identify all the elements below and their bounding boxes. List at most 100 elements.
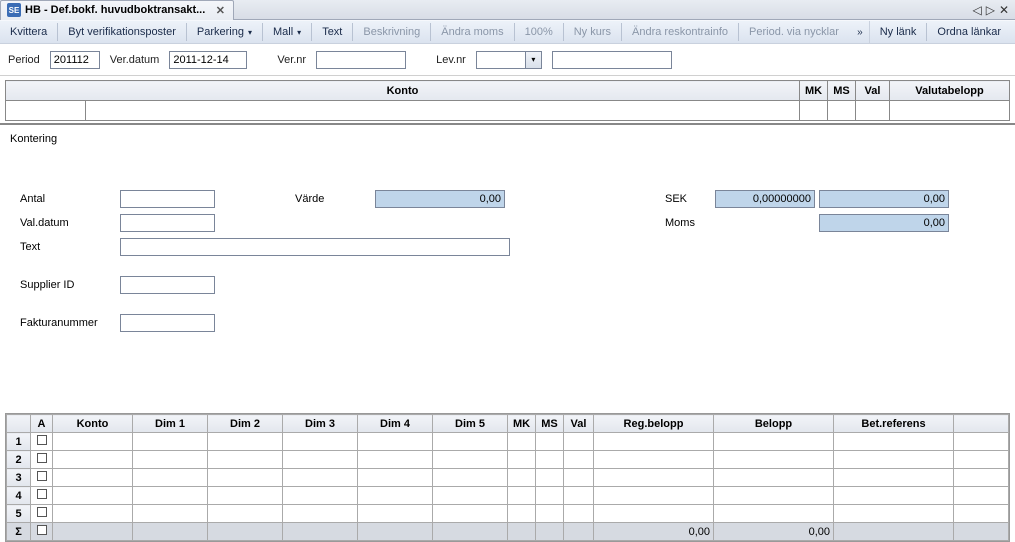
- grid-cell[interactable]: [954, 487, 1009, 505]
- grid-cell[interactable]: [208, 469, 283, 487]
- row-checkbox[interactable]: [37, 489, 47, 499]
- grid-cell[interactable]: [594, 487, 714, 505]
- period-input[interactable]: [50, 51, 100, 69]
- grid-cell[interactable]: [133, 433, 208, 451]
- grid-col-val[interactable]: Val: [564, 415, 594, 433]
- grid-cell[interactable]: [433, 505, 508, 523]
- fakturanr-input[interactable]: [120, 314, 215, 332]
- levnr-extra-input[interactable]: [552, 51, 672, 69]
- text-input[interactable]: [120, 238, 510, 256]
- grid-cell[interactable]: [564, 433, 594, 451]
- toolbar-kvittera[interactable]: Kvittera: [4, 24, 53, 40]
- grid-cell[interactable]: [508, 487, 536, 505]
- grid-cell[interactable]: [714, 487, 834, 505]
- grid-cell[interactable]: [208, 505, 283, 523]
- grid-rowhead[interactable]: 2: [7, 451, 31, 469]
- upper-cell[interactable]: [828, 101, 856, 121]
- antal-input[interactable]: [120, 190, 215, 208]
- sek-amount-input[interactable]: [819, 190, 949, 208]
- grid-cell[interactable]: [564, 505, 594, 523]
- row-checkbox[interactable]: [37, 471, 47, 481]
- toolbar-byt-verifikationsposter[interactable]: Byt verifikationsposter: [62, 24, 182, 40]
- grid-cell[interactable]: [954, 505, 1009, 523]
- grid-cell-a[interactable]: [31, 433, 53, 451]
- grid-cell-a[interactable]: [31, 505, 53, 523]
- grid-cell[interactable]: [358, 451, 433, 469]
- grid-cell[interactable]: [714, 433, 834, 451]
- col-valutabelopp[interactable]: Valutabelopp: [890, 81, 1010, 101]
- grid-col-ms[interactable]: MS: [536, 415, 564, 433]
- grid-cell[interactable]: [433, 451, 508, 469]
- grid-cell[interactable]: [53, 433, 133, 451]
- grid-cell[interactable]: [283, 433, 358, 451]
- toolbar-text[interactable]: Text: [316, 24, 348, 40]
- grid-cell[interactable]: [594, 433, 714, 451]
- grid-col-dim1[interactable]: Dim 1: [133, 415, 208, 433]
- grid-cell[interactable]: [433, 469, 508, 487]
- grid-cell[interactable]: [594, 469, 714, 487]
- upper-cell[interactable]: [6, 101, 86, 121]
- grid-cell[interactable]: [53, 487, 133, 505]
- grid-cell[interactable]: [564, 487, 594, 505]
- grid-cell[interactable]: [954, 469, 1009, 487]
- grid-col-mk[interactable]: MK: [508, 415, 536, 433]
- grid-cell[interactable]: [508, 505, 536, 523]
- col-mk[interactable]: MK: [800, 81, 828, 101]
- grid-col-konto[interactable]: Konto: [53, 415, 133, 433]
- grid-cell[interactable]: [283, 505, 358, 523]
- grid-cell[interactable]: [433, 487, 508, 505]
- grid-col-belopp[interactable]: Belopp: [714, 415, 834, 433]
- grid-cell[interactable]: [358, 487, 433, 505]
- levnr-dropdown-icon[interactable]: ▾: [526, 51, 542, 69]
- grid-cell[interactable]: [433, 433, 508, 451]
- grid-cell-a[interactable]: [31, 451, 53, 469]
- grid-cell[interactable]: [834, 505, 954, 523]
- grid-col-a[interactable]: A: [31, 415, 53, 433]
- valdatum-input[interactable]: [120, 214, 215, 232]
- grid-col-regbelopp[interactable]: Reg.belopp: [594, 415, 714, 433]
- tab-close-icon[interactable]: ✕: [213, 4, 227, 17]
- grid-cell[interactable]: [208, 451, 283, 469]
- grid-cell[interactable]: [508, 433, 536, 451]
- grid-cell-a[interactable]: [31, 487, 53, 505]
- grid-cell[interactable]: [536, 469, 564, 487]
- grid-cell[interactable]: [564, 451, 594, 469]
- grid-cell[interactable]: [834, 451, 954, 469]
- grid-rowhead[interactable]: 5: [7, 505, 31, 523]
- upper-cell[interactable]: [800, 101, 828, 121]
- toolbar-overflow-icon[interactable]: »: [853, 27, 867, 38]
- grid-cell[interactable]: [208, 433, 283, 451]
- grid-cell[interactable]: [714, 451, 834, 469]
- grid-cell[interactable]: [133, 505, 208, 523]
- grid-cell[interactable]: [53, 451, 133, 469]
- grid-rowhead[interactable]: 1: [7, 433, 31, 451]
- active-tab[interactable]: SE HB - Def.bokf. huvudboktransakt... ✕: [0, 0, 234, 20]
- grid-col-dim5[interactable]: Dim 5: [433, 415, 508, 433]
- grid-cell[interactable]: [283, 469, 358, 487]
- col-konto[interactable]: Konto: [6, 81, 800, 101]
- toolbar-ordna-lankar[interactable]: Ordna länkar: [931, 24, 1007, 40]
- tab-next-icon[interactable]: ▷: [986, 3, 995, 17]
- verdatum-input[interactable]: [169, 51, 247, 69]
- grid-cell[interactable]: [536, 505, 564, 523]
- grid-cell[interactable]: [133, 487, 208, 505]
- col-val[interactable]: Val: [856, 81, 890, 101]
- upper-cell[interactable]: [890, 101, 1010, 121]
- col-ms[interactable]: MS: [828, 81, 856, 101]
- moms-input[interactable]: [819, 214, 949, 232]
- grid-cell[interactable]: [53, 469, 133, 487]
- grid-cell[interactable]: [133, 469, 208, 487]
- grid-col-dim2[interactable]: Dim 2: [208, 415, 283, 433]
- row-checkbox[interactable]: [37, 453, 47, 463]
- grid-rowhead[interactable]: 4: [7, 487, 31, 505]
- tab-closeall-icon[interactable]: ✕: [999, 3, 1009, 17]
- grid-cell[interactable]: [283, 487, 358, 505]
- grid-cell[interactable]: [954, 451, 1009, 469]
- row-checkbox[interactable]: [37, 507, 47, 517]
- grid-cell[interactable]: [508, 451, 536, 469]
- sek-rate-input[interactable]: [715, 190, 815, 208]
- grid-cell[interactable]: [536, 451, 564, 469]
- supplier-input[interactable]: [120, 276, 215, 294]
- toolbar-parkering[interactable]: Parkering: [191, 24, 258, 40]
- grid-rowhead[interactable]: 3: [7, 469, 31, 487]
